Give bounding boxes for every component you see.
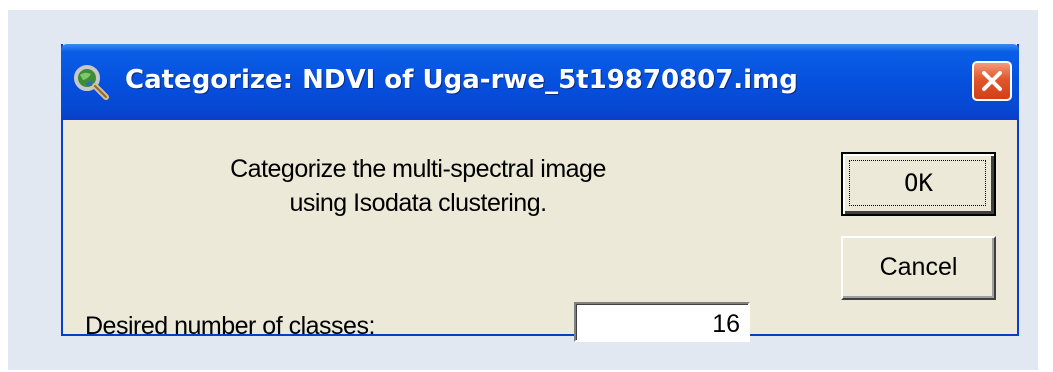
- description-line-1: Categorize the multi-spectral image: [230, 155, 606, 183]
- close-button[interactable]: [972, 61, 1012, 101]
- description-line-2: using Isodata clustering.: [289, 189, 547, 217]
- categorize-dialog: Categorize: NDVI of Uga-rwe_5t19870807.i…: [61, 44, 1019, 342]
- ok-button[interactable]: OK: [841, 152, 996, 216]
- title-bar[interactable]: Categorize: NDVI of Uga-rwe_5t19870807.i…: [61, 44, 1019, 120]
- classes-input[interactable]: 16: [574, 302, 750, 342]
- dialog-title: Categorize: NDVI of Uga-rwe_5t19870807.i…: [125, 65, 798, 95]
- cancel-button-label: Cancel: [879, 253, 958, 281]
- cancel-button[interactable]: Cancel: [841, 236, 996, 300]
- magnifier-globe-icon: [71, 62, 111, 102]
- ok-button-label: OK: [904, 169, 933, 197]
- dialog-description: Categorize the multi-spectral image usin…: [183, 152, 653, 220]
- classes-label: Desired number of classes:: [85, 312, 375, 340]
